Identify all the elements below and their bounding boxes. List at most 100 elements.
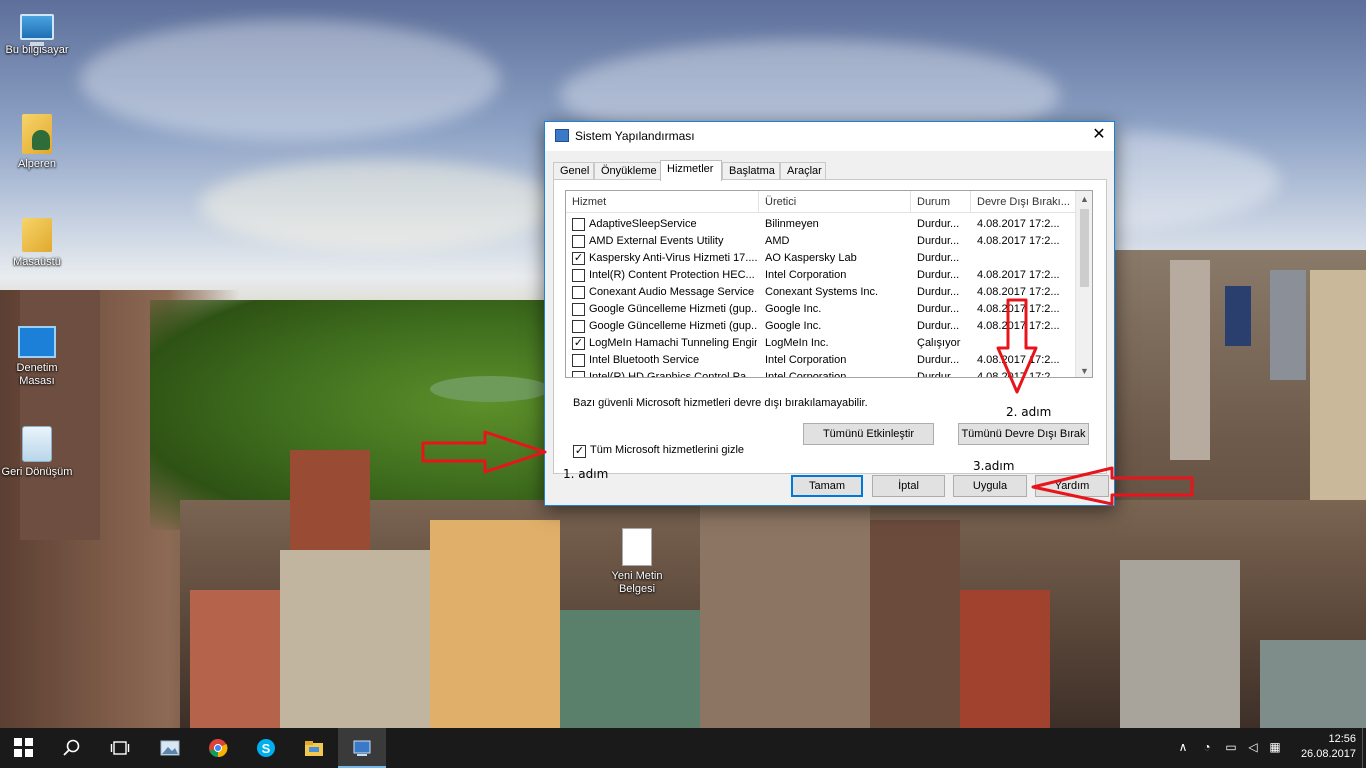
desktop-icon-desktop-folder[interactable]: Masaüstü [0, 218, 74, 269]
cancel-button[interactable]: İptal [872, 475, 945, 497]
skype-icon: S [257, 739, 275, 757]
table-row[interactable]: Intel(R) HD Graphics Control Pa... Intel … [566, 369, 1076, 378]
taskbar-clock[interactable]: 12:56 26.08.2017 [1301, 732, 1356, 762]
file-explorer-icon [305, 741, 323, 756]
taskbar-app-image-viewer[interactable] [146, 728, 194, 768]
column-header-date-disabled[interactable]: Devre Dışı Bırakı... [971, 191, 1076, 213]
desktop-icon-user-folder[interactable]: Alperen [0, 114, 74, 171]
table-row[interactable]: ✓ Kaspersky Anti-Virus Hizmeti 17.... AO K… [566, 250, 1076, 267]
service-checkbox[interactable] [572, 371, 585, 377]
column-header-manufacturer[interactable]: Üretici [759, 191, 911, 213]
desktop-icon-label: Denetim Masası [16, 362, 58, 387]
computer-icon [20, 14, 54, 46]
table-row[interactable]: Google Güncelleme Hizmeti (gup... Google … [566, 318, 1076, 335]
battery-icon[interactable]: ▭ [1224, 740, 1238, 754]
service-checkbox[interactable] [572, 235, 585, 248]
tab-startup[interactable]: Başlatma [722, 162, 780, 180]
dialog-titlebar[interactable]: Sistem Yapılandırması ✕ [545, 122, 1114, 151]
services-list-header: Hizmet Üretici Durum Devre Dışı Bırakı..… [566, 191, 1076, 213]
service-name-cell: Kaspersky Anti-Virus Hizmeti 17.... [589, 252, 757, 264]
hide-microsoft-services-checkbox[interactable]: ✓ [573, 445, 586, 458]
taskbar-app-skype[interactable]: S [242, 728, 290, 768]
table-row[interactable]: Conexant Audio Message Service Conexant S… [566, 284, 1076, 301]
service-name-cell: LogMeIn Hamachi Tunneling Engine [589, 337, 757, 349]
service-maker-cell: Google Inc. [765, 320, 822, 332]
service-disabled-cell: 4.08.2017 17:2... [977, 371, 1060, 378]
text-document-icon [622, 528, 652, 566]
close-button[interactable]: ✕ [1084, 122, 1114, 150]
taskbar-app-chrome[interactable] [194, 728, 242, 768]
service-checkbox[interactable] [572, 354, 585, 367]
task-view-button[interactable] [96, 728, 144, 768]
service-maker-cell: Conexant Systems Inc. [765, 286, 879, 298]
service-name-cell: Intel(R) Content Protection HEC... [589, 269, 755, 281]
table-row[interactable]: Google Güncelleme Hizmeti (gup... Google … [566, 301, 1076, 318]
service-checkbox[interactable] [572, 218, 585, 231]
enable-all-button[interactable]: Tümünü Etkinleştir [803, 423, 934, 445]
service-checkbox[interactable] [572, 320, 585, 333]
service-checkbox[interactable]: ✓ [572, 252, 585, 265]
taskbar-app-system-config[interactable] [338, 728, 386, 768]
desktop-icon-this-pc[interactable]: Bu bilgisayar [0, 14, 74, 57]
taskbar-app-file-explorer[interactable] [290, 728, 338, 768]
start-button[interactable] [0, 728, 48, 768]
keyboard-icon[interactable]: ▦ [1268, 740, 1282, 754]
service-status-cell: Durdur... [917, 371, 960, 378]
service-checkbox[interactable]: ✓ [572, 337, 585, 350]
ok-button[interactable]: Tamam [791, 475, 863, 497]
table-row[interactable]: Intel Bluetooth Service Intel Corporation… [566, 352, 1076, 369]
step3-label: 3.adım [973, 459, 1015, 473]
taskbar: S ∧ ◔ ▭ ◁ ▦ 12:56 26.08.2017 [0, 728, 1366, 768]
service-status-cell: Durdur... [917, 286, 960, 298]
desktop-icon-label: Yeni Metin Belgesi [611, 570, 663, 595]
tab-tools[interactable]: Araçlar [780, 162, 826, 180]
services-note: Bazı güvenli Microsoft hizmetleri devre … [573, 397, 868, 409]
table-row[interactable]: AdaptiveSleepService Bilinmeyen Durdur... 4… [566, 216, 1076, 233]
show-desktop-button[interactable] [1362, 728, 1366, 768]
dialog-title: Sistem Yapılandırması [575, 129, 695, 143]
table-row[interactable]: ✓ LogMeIn Hamachi Tunneling Engine LogMeIn… [566, 335, 1076, 352]
service-disabled-cell: 4.08.2017 17:2... [977, 320, 1060, 332]
volume-icon[interactable]: ◁ [1246, 740, 1260, 754]
service-disabled-cell [977, 250, 1073, 267]
tab-general[interactable]: Genel [553, 162, 594, 180]
folder-icon [22, 218, 52, 252]
step2-label: 2. adım [1006, 405, 1052, 419]
start-icon [14, 738, 34, 758]
column-header-service[interactable]: Hizmet [566, 191, 759, 213]
search-button[interactable] [48, 728, 96, 768]
tab-boot[interactable]: Önyükleme [594, 162, 661, 180]
help-button[interactable]: Yardım [1035, 475, 1109, 497]
disable-all-button[interactable]: Tümünü Devre Dışı Bırak [958, 423, 1089, 445]
service-disabled-cell: 4.08.2017 17:2... [977, 286, 1060, 298]
service-checkbox[interactable] [572, 286, 585, 299]
service-disabled-cell: 4.08.2017 17:2... [977, 269, 1060, 281]
desktop-icon-control-panel[interactable]: Denetim Masası [0, 326, 74, 388]
table-row[interactable]: Intel(R) Content Protection HEC... Intel … [566, 267, 1076, 284]
service-checkbox[interactable] [572, 303, 585, 316]
scroll-down-icon[interactable]: ▼ [1076, 363, 1092, 377]
column-header-status[interactable]: Durum [911, 191, 971, 213]
service-status-cell: Durdur... [917, 303, 960, 315]
clock-time: 12:56 [1328, 733, 1356, 745]
tab-services[interactable]: Hizmetler [660, 160, 722, 181]
desktop-icon-label: Masaüstü [13, 256, 61, 268]
scroll-thumb[interactable] [1080, 209, 1089, 287]
service-disabled-cell: 4.08.2017 17:2... [977, 218, 1060, 230]
desktop-icon-recycle-bin[interactable]: Geri Dönüşüm [0, 426, 74, 479]
desktop-icon-text-document[interactable]: Yeni Metin Belgesi [600, 528, 674, 596]
service-checkbox[interactable] [572, 269, 585, 282]
services-scrollbar[interactable]: ▲ ▼ [1075, 191, 1092, 377]
network-icon[interactable]: ◔ [1200, 740, 1214, 754]
service-status-cell: Durdur... [917, 218, 960, 230]
apply-button[interactable]: Uygula [953, 475, 1027, 497]
service-maker-cell: Bilinmeyen [765, 218, 819, 230]
search-icon [63, 739, 80, 756]
table-row[interactable]: AMD External Events Utility AMD Durdur... 4… [566, 233, 1076, 250]
scroll-up-icon[interactable]: ▲ [1076, 191, 1092, 207]
service-maker-cell: AO Kaspersky Lab [765, 252, 857, 264]
service-name-cell: AdaptiveSleepService [589, 218, 697, 230]
service-maker-cell: LogMeIn Inc. [765, 337, 829, 349]
show-hidden-icons-icon[interactable]: ∧ [1176, 740, 1190, 754]
services-list[interactable]: Hizmet Üretici Durum Devre Dışı Bırakı..… [565, 190, 1093, 378]
